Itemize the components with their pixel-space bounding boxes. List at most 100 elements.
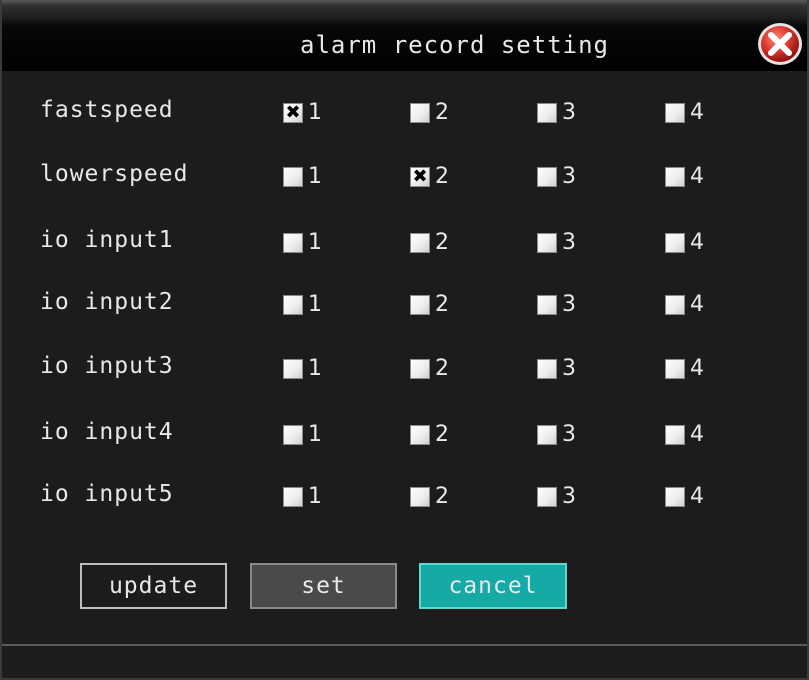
channel-number: 2 [435, 422, 449, 447]
title-bar: alarm record setting [2, 0, 807, 71]
channel-number: 1 [308, 100, 322, 125]
channel-checkbox-option[interactable]: 4 [665, 101, 704, 125]
dialog-title: alarm record setting [300, 31, 609, 59]
cancel-button[interactable]: cancel [419, 563, 567, 609]
checkbox[interactable] [537, 167, 557, 187]
row-label: io input1 [40, 227, 174, 253]
channel-number: 3 [562, 100, 576, 125]
channel-checkbox-option[interactable]: 2 [410, 231, 449, 255]
channel-number: 2 [435, 356, 449, 381]
channel-number: 3 [562, 292, 576, 317]
bottom-divider [2, 644, 807, 646]
channel-checkbox-option[interactable]: 2 [410, 101, 449, 125]
channel-number: 2 [435, 100, 449, 125]
channel-number: 1 [308, 484, 322, 509]
channel-number: 4 [690, 100, 704, 125]
channel-number: 3 [562, 230, 576, 255]
row-label: io input2 [40, 289, 174, 315]
channel-checkbox-option[interactable]: 3 [537, 485, 576, 509]
channel-checkbox-option[interactable]: 1 [283, 231, 322, 255]
channel-checkbox-option[interactable]: 1 [283, 485, 322, 509]
checkbox[interactable] [410, 103, 430, 123]
checkbox[interactable] [283, 359, 303, 379]
channel-number: 3 [562, 164, 576, 189]
channel-number: 1 [308, 356, 322, 381]
checkbox[interactable] [283, 233, 303, 253]
checkbox[interactable] [537, 233, 557, 253]
checkbox[interactable]: ✖ [410, 167, 430, 187]
checkbox[interactable] [665, 425, 685, 445]
checkbox[interactable] [665, 167, 685, 187]
close-icon [758, 23, 802, 65]
channel-checkbox-option[interactable]: 4 [665, 165, 704, 189]
channel-checkbox-option[interactable]: 1 [283, 357, 322, 381]
channel-checkbox-option[interactable]: 3 [537, 101, 576, 125]
checkbox[interactable] [537, 425, 557, 445]
checkbox[interactable]: ✖ [283, 103, 303, 123]
channel-number: 2 [435, 292, 449, 317]
checkbox[interactable] [537, 359, 557, 379]
channel-number: 1 [308, 422, 322, 447]
checkbox[interactable] [537, 295, 557, 315]
checkbox[interactable] [283, 167, 303, 187]
checkbox[interactable] [665, 103, 685, 123]
channel-number: 3 [562, 422, 576, 447]
row-label: lowerspeed [40, 161, 189, 187]
row-label: fastspeed [40, 97, 174, 123]
channel-number: 4 [690, 292, 704, 317]
channel-number: 4 [690, 356, 704, 381]
update-button[interactable]: update [80, 563, 227, 609]
channel-number: 2 [435, 484, 449, 509]
channel-checkbox-option[interactable]: 4 [665, 357, 704, 381]
channel-checkbox-option[interactable]: 3 [537, 423, 576, 447]
channel-checkbox-option[interactable]: ✖ 2 [410, 165, 449, 189]
checkbox[interactable] [665, 359, 685, 379]
alarm-record-setting-dialog: alarm record setting fastspeed ✖ 1 2 3 4 lower… [0, 0, 809, 680]
channel-checkbox-option[interactable]: 1 [283, 293, 322, 317]
channel-number: 2 [435, 164, 449, 189]
title-bar-top-edge [2, 0, 807, 6]
channel-checkbox-option[interactable]: 4 [665, 485, 704, 509]
channel-number: 1 [308, 164, 322, 189]
channel-number: 4 [690, 422, 704, 447]
channel-number: 4 [690, 230, 704, 255]
checkbox[interactable] [410, 425, 430, 445]
channel-checkbox-option[interactable]: 3 [537, 293, 576, 317]
channel-checkbox-option[interactable]: 4 [665, 231, 704, 255]
checkbox[interactable] [537, 487, 557, 507]
channel-checkbox-option[interactable]: 3 [537, 357, 576, 381]
checkbox[interactable] [665, 233, 685, 253]
channel-number: 4 [690, 484, 704, 509]
checkbox[interactable] [283, 487, 303, 507]
channel-number: 3 [562, 484, 576, 509]
channel-number: 1 [308, 230, 322, 255]
channel-number: 4 [690, 164, 704, 189]
checkbox[interactable] [283, 425, 303, 445]
channel-number: 2 [435, 230, 449, 255]
channel-checkbox-option[interactable]: 2 [410, 485, 449, 509]
set-button[interactable]: set [250, 563, 397, 609]
close-button[interactable] [756, 21, 804, 67]
row-label: io input3 [40, 353, 174, 379]
channel-checkbox-option[interactable]: 1 [283, 165, 322, 189]
channel-number: 1 [308, 292, 322, 317]
channel-checkbox-option[interactable]: 2 [410, 293, 449, 317]
checkbox[interactable] [410, 359, 430, 379]
channel-number: 3 [562, 356, 576, 381]
channel-checkbox-option[interactable]: 3 [537, 165, 576, 189]
channel-checkbox-option[interactable]: 2 [410, 357, 449, 381]
row-label: io input4 [40, 419, 174, 445]
channel-checkbox-option[interactable]: ✖ 1 [283, 101, 322, 125]
checkbox[interactable] [410, 295, 430, 315]
checkbox[interactable] [283, 295, 303, 315]
checkbox[interactable] [410, 487, 430, 507]
channel-checkbox-option[interactable]: 1 [283, 423, 322, 447]
checkbox[interactable] [537, 103, 557, 123]
checkbox[interactable] [665, 295, 685, 315]
channel-checkbox-option[interactable]: 3 [537, 231, 576, 255]
checkbox[interactable] [665, 487, 685, 507]
checkbox[interactable] [410, 233, 430, 253]
channel-checkbox-option[interactable]: 4 [665, 423, 704, 447]
channel-checkbox-option[interactable]: 4 [665, 293, 704, 317]
channel-checkbox-option[interactable]: 2 [410, 423, 449, 447]
